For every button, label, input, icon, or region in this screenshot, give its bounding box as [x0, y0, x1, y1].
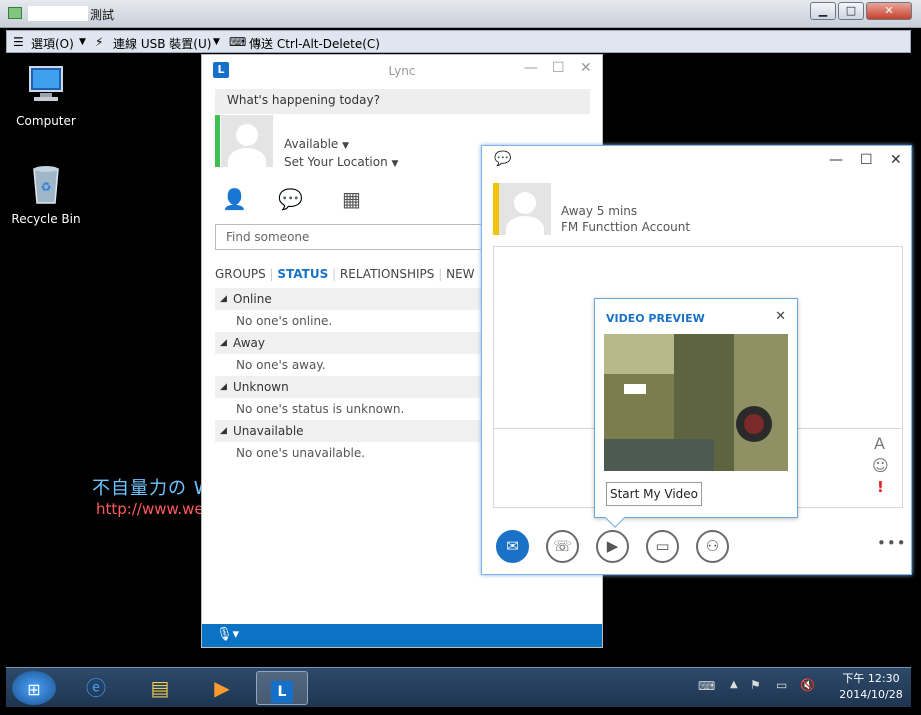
conv-close-button[interactable]: ✕	[890, 152, 902, 168]
vm-window-icon	[8, 7, 22, 19]
taskbar-media-player-icon[interactable]: ▶	[196, 671, 248, 705]
contact-name: FM Functtion Account	[561, 220, 691, 234]
conv-minimize-button[interactable]: —	[829, 152, 843, 168]
options-menu[interactable]: 選項(O)	[31, 35, 74, 52]
clock-date: 2014/10/28	[839, 688, 903, 701]
conv-maximize-button[interactable]: ☐	[860, 152, 873, 168]
vm-title-bar: 測試 ▁ □ ✕	[0, 0, 921, 28]
font-icon[interactable]: A	[874, 434, 885, 453]
lync-title: Lync	[388, 64, 416, 78]
group-empty-text: No one's away.	[236, 358, 326, 372]
location-label: Set Your Location	[284, 155, 388, 169]
importance-icon[interactable]: !	[877, 478, 884, 496]
lync-maximize-button[interactable]: ☐	[552, 60, 565, 76]
group-empty-text: No one's status is unknown.	[236, 402, 405, 416]
taskbar-explorer-icon[interactable]: ▤	[134, 671, 186, 705]
present-button[interactable]: ▭	[646, 530, 679, 563]
video-preview-close-icon[interactable]: ✕	[775, 309, 786, 324]
group-name: Online	[233, 292, 272, 306]
location-dropdown[interactable]: Set Your Location ▼	[284, 155, 398, 169]
action-center-icon[interactable]: ⚑	[750, 678, 761, 692]
taskbar-ie-icon[interactable]: ⓔ	[70, 671, 122, 705]
contact-view-tabs: GROUPS | STATUS | RELATIONSHIPS | NEW	[215, 267, 475, 281]
tab-groups[interactable]: GROUPS	[215, 267, 266, 281]
minimize-button[interactable]: ▁	[810, 2, 836, 20]
usb-dropdown-icon[interactable]: ▼	[213, 37, 220, 47]
maximize-button[interactable]: □	[838, 2, 864, 20]
close-button[interactable]: ✕	[866, 2, 912, 20]
desktop-icon-label: Computer	[16, 114, 76, 128]
svg-text:♻: ♻	[41, 180, 52, 194]
contact-avatar[interactable]	[499, 183, 551, 235]
lync-header: L Lync — ☐ ✕	[202, 55, 602, 85]
video-preview-frame	[604, 334, 788, 471]
lync-footer: 🎙▾	[202, 624, 602, 647]
usb-icon: ⚡	[95, 35, 104, 49]
webcam-image	[604, 334, 788, 471]
vm-toolbar: ☰ 選項(O) ▼ ⚡ 連線 USB 裝置(U) ▼ ⌨ 傳送 Ctrl-Alt…	[6, 30, 911, 53]
recycle-bin-icon: ♻	[33, 166, 59, 204]
status-message-input[interactable]: What's happening today?	[215, 89, 590, 114]
meetings-tab-icon[interactable]: ▦	[342, 187, 361, 211]
network-icon[interactable]: ▭	[776, 678, 787, 692]
start-my-video-button[interactable]: Start My Video	[606, 482, 702, 506]
group-empty-text: No one's online.	[236, 314, 333, 328]
contact-status: Away 5 mins	[561, 204, 638, 218]
contacts-tab-icon[interactable]: 👤	[222, 187, 247, 211]
im-button[interactable]: ✉	[496, 530, 529, 563]
group-name: Away	[233, 336, 265, 350]
group-name: Unavailable	[233, 424, 304, 438]
keyboard-tray-icon[interactable]: ⌨	[698, 679, 715, 693]
participants-button[interactable]: ⚇	[696, 530, 729, 563]
window-title: 測試	[90, 8, 115, 22]
phone-status-icon[interactable]: 🎙▾	[216, 627, 239, 642]
availability-dropdown[interactable]: Available ▼	[284, 137, 349, 151]
desktop-icon-label: Recycle Bin	[11, 212, 81, 226]
availability-label: Available	[284, 137, 339, 151]
tab-status[interactable]: STATUS	[277, 267, 328, 281]
group-empty-text: No one's unavailable.	[236, 446, 366, 460]
volume-muted-icon[interactable]: 🔇	[800, 678, 815, 692]
video-button[interactable]: ▶	[596, 530, 629, 563]
usb-menu[interactable]: 連線 USB 裝置(U)	[113, 35, 211, 52]
tab-relationships[interactable]: RELATIONSHIPS	[340, 267, 434, 281]
desktop-icon-computer[interactable]: Computer	[6, 65, 86, 128]
send-cad-button[interactable]: 傳送 Ctrl-Alt-Delete(C)	[249, 35, 380, 52]
show-hidden-icons[interactable]: ▲	[730, 679, 738, 690]
clock-time: 下午 12:30	[842, 672, 900, 685]
tab-new[interactable]: NEW	[446, 267, 474, 281]
group-name: Unknown	[233, 380, 289, 394]
taskbar: ⊞ ⓔ ▤ ▶ L ⌨ ▲ ⚑ ▭ 🔇 下午 12:30 2014/10/28	[6, 667, 911, 707]
video-preview-popup: VIDEO PREVIEW ✕ Start My Video	[594, 298, 798, 528]
computer-icon	[29, 66, 63, 101]
desktop-icon-recycle-bin[interactable]: ♻ Recycle Bin	[6, 163, 86, 226]
presence-bar	[215, 115, 220, 167]
avatar[interactable]	[221, 115, 273, 167]
lync-minimize-button[interactable]: —	[524, 60, 538, 76]
conversations-tab-icon[interactable]: 💬	[278, 187, 303, 211]
conversation-window-icon: 💬	[494, 151, 512, 167]
lync-taskbar-icon: L	[271, 681, 293, 703]
taskbar-lync-button[interactable]: L	[256, 671, 308, 705]
windows-logo-icon: ⊞	[27, 680, 41, 699]
system-clock[interactable]: 下午 12:30 2014/10/28	[839, 671, 903, 703]
keyboard-icon: ⌨	[229, 35, 247, 49]
lync-close-button[interactable]: ✕	[580, 60, 592, 76]
options-dropdown-icon[interactable]: ▼	[79, 37, 86, 47]
redacted-name	[28, 6, 88, 21]
emoticon-icon[interactable]: ☺	[872, 456, 889, 475]
start-button[interactable]: ⊞	[12, 671, 56, 705]
menu-icon[interactable]: ☰	[13, 35, 24, 49]
video-preview-title: VIDEO PREVIEW	[606, 312, 705, 325]
call-button[interactable]: ☏	[546, 530, 579, 563]
more-options-icon[interactable]: •••	[877, 534, 907, 552]
